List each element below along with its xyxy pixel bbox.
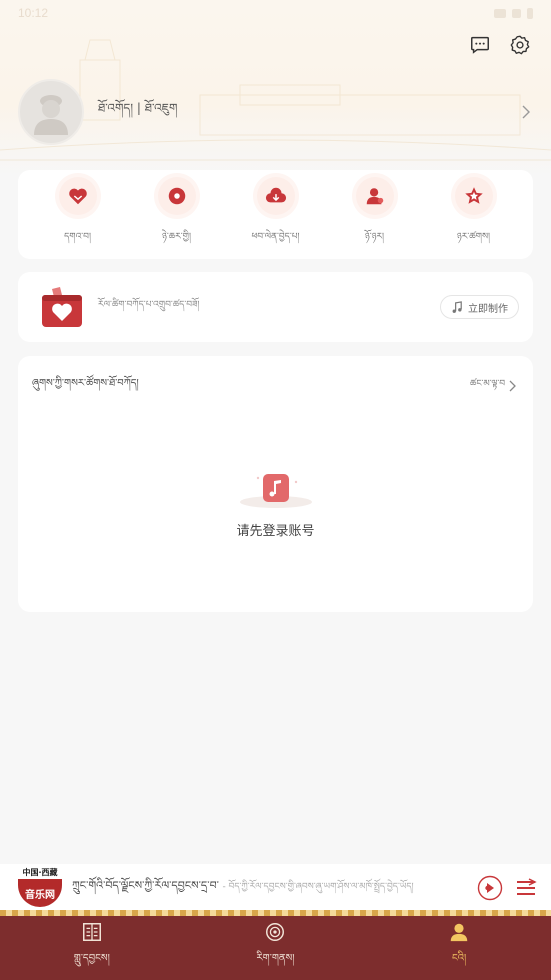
header-actions xyxy=(469,34,531,56)
make-song-card[interactable]: རོལ་ཚིག་བཀོད་པ་འགྲུབ་ཚད་བཟོ། 立即制作 xyxy=(18,272,533,342)
now-playing-title: ཀྲུང་གོའི་བོད་ལྗོངས་ཀྱི་རོལ་དབྱངས་དྲ་བ་ … xyxy=(72,878,414,892)
default-avatar-icon xyxy=(34,95,68,135)
gear-icon[interactable] xyxy=(509,34,531,56)
feature-singers[interactable]: ཉོ་ཉར། xyxy=(330,177,420,252)
wifi-icon xyxy=(494,8,506,18)
chevron-right-icon xyxy=(522,105,530,119)
feature-label: ཉེ་ཆར་གྱི། xyxy=(162,232,191,242)
status-icons xyxy=(494,7,533,19)
site-logo: 中国·西藏 音乐网 xyxy=(16,867,64,909)
playlist-title: ཞུགས་ཀྱི་གསར་ཚོགས་ཐོ་བཀོད། xyxy=(32,378,139,389)
login-prompt[interactable]: ཐོ་འགོད། | ཐོ་འཇུག xyxy=(98,95,519,129)
chat-icon[interactable] xyxy=(469,34,491,56)
make-now-label: 立即制作 xyxy=(468,303,508,315)
tab-profile[interactable]: ངའི། xyxy=(399,921,519,975)
heart-icon xyxy=(58,177,97,215)
play-pause-icon[interactable] xyxy=(477,875,503,901)
music-note-edit-icon xyxy=(452,300,462,313)
view-all-label: ཚང་མ་ལྟ་བ xyxy=(469,378,505,389)
chevron-right-icon xyxy=(509,380,516,392)
song-folder-icon xyxy=(42,287,82,327)
tab-label: རིག་གནས། xyxy=(256,953,295,964)
tab-label: གླུ་དབྱངས། xyxy=(73,953,110,964)
status-time: 10:12 xyxy=(18,6,49,20)
playlist-section: ཞུགས་ཀྱི་གསར་ཚོགས་ཐོ་བཀོད། ཚང་མ་ལྟ་བ 请先登… xyxy=(18,356,533,612)
feature-collections[interactable]: ཉར་ཚགས། xyxy=(429,177,519,252)
singer-icon xyxy=(355,177,394,215)
feature-downloads[interactable]: ཕབ་ལེན་བྱེད་པ། xyxy=(231,177,321,252)
mini-player[interactable]: 中国·西藏 音乐网 ཀྲུང་གོའི་བོད་ལྗོངས་ཀྱི་རོལ་དབ… xyxy=(0,864,551,912)
feature-favorites[interactable]: དགའ་བ། xyxy=(33,177,123,252)
feature-label: ཉོ་ཉར། xyxy=(364,232,385,242)
avatar[interactable] xyxy=(18,79,84,145)
culture-icon xyxy=(266,923,285,941)
empty-state: 请先登录账号 xyxy=(18,468,533,539)
battery-icon xyxy=(527,7,533,19)
status-bar: 10:12 xyxy=(0,0,551,26)
bottom-tab-bar: གླུ་དབྱངས། རིག་གནས། ངའི། xyxy=(0,916,551,980)
view-all-link[interactable]: ཚང་མ་ལྟ་བ xyxy=(470,374,517,399)
empty-text: 请先登录账号 xyxy=(236,524,315,539)
make-now-button[interactable]: 立即制作 xyxy=(440,295,519,319)
feature-label: དགའ་བ། xyxy=(64,232,91,242)
playlist-header: ཞུགས་ཀྱི་གསར་ཚོགས་ཐོ་བཀོད། ཚང་མ་ལྟ་བ xyxy=(18,356,533,400)
music-book-icon xyxy=(82,923,101,941)
feature-label: ཕབ་ལེན་བྱེད་པ། xyxy=(251,232,300,242)
profile-login-row[interactable]: ཐོ་འགོད། | ཐོ་འཇུག xyxy=(18,78,533,146)
feature-shortcuts: དགའ་བ། ཉེ་ཆར་གྱི། ཕབ་ལེན་བྱེད་པ། ཉོ་ཉར། … xyxy=(18,170,533,259)
empty-music-icon xyxy=(239,474,312,508)
cloud-download-icon xyxy=(256,177,295,215)
tab-music[interactable]: གླུ་དབྱངས། xyxy=(32,921,152,975)
tab-culture[interactable]: རིག་གནས། xyxy=(215,921,335,975)
tab-label: ངའི། xyxy=(451,953,467,964)
signal-icon xyxy=(512,8,521,18)
disc-icon xyxy=(157,177,196,215)
user-icon xyxy=(450,923,468,942)
playlist-icon[interactable] xyxy=(513,875,539,901)
feature-recent[interactable]: ཉེ་ཆར་གྱི། xyxy=(132,177,222,252)
make-card-text: རོལ་ཚིག་བཀོད་པ་འགྲུབ་ཚད་བཟོ། xyxy=(98,299,200,310)
star-icon xyxy=(454,177,493,215)
feature-label: ཉར་ཚགས། xyxy=(456,232,491,242)
